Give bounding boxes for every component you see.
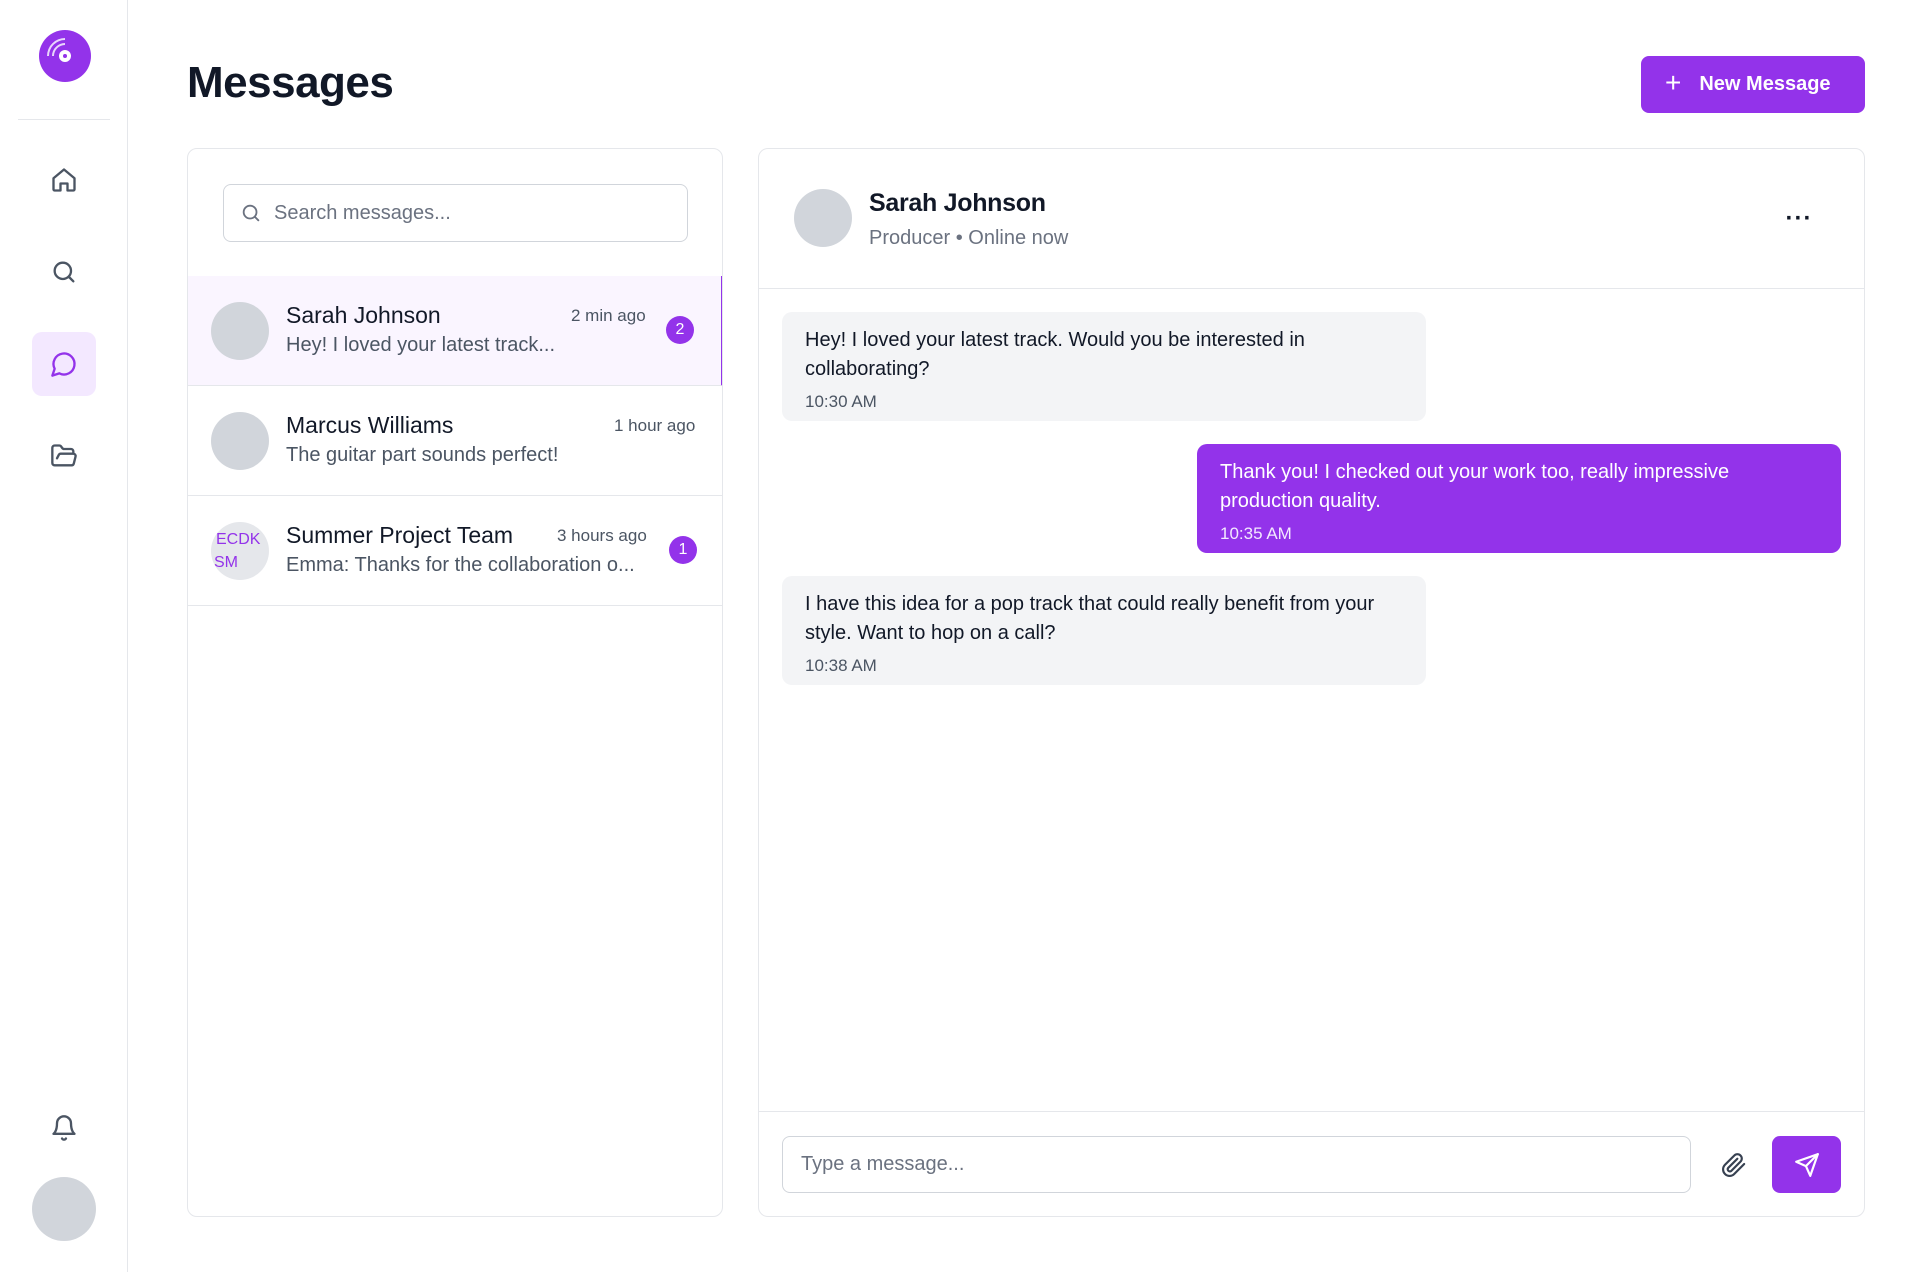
- conversation-time: 2 min ago: [571, 306, 646, 325]
- message-text: Thank you! I checked out your work too, …: [1220, 461, 1730, 512]
- conversation-preview: The guitar part sounds perfect!: [286, 444, 559, 466]
- sidebar-item-messages[interactable]: [32, 332, 96, 396]
- message-time: 10:30 AM: [805, 392, 877, 411]
- chat-contact-name: Sarah Johnson: [869, 189, 1046, 217]
- conversation-item[interactable]: ECDK SM Summer Project Team 3 hours ago …: [188, 496, 722, 606]
- page-title: Messages: [187, 58, 394, 107]
- contact-role: Producer: [869, 227, 951, 249]
- avatar: [211, 302, 269, 360]
- user-avatar[interactable]: [32, 1177, 96, 1241]
- conversation-item[interactable]: Sarah Johnson 2 min ago Hey! I loved you…: [188, 276, 722, 386]
- send-icon: [1794, 1152, 1819, 1177]
- message-input[interactable]: [801, 1153, 1661, 1176]
- avatar: [211, 412, 269, 470]
- group-avatar: ECDK SM: [211, 522, 269, 580]
- unread-badge: 2: [666, 316, 694, 344]
- message-bubble-icon: [51, 352, 76, 377]
- conversation-list: Sarah Johnson 2 min ago Hey! I loved you…: [188, 276, 722, 606]
- separator-dot: •: [955, 227, 969, 249]
- conversation-time: 1 hour ago: [614, 416, 696, 435]
- conversation-list-panel: Sarah Johnson 2 min ago Hey! I loved you…: [187, 148, 723, 1217]
- avatar[interactable]: [794, 189, 852, 247]
- group-avatar-initials: ECDK: [216, 531, 261, 548]
- conversation-item[interactable]: Marcus Williams 1 hour ago The guitar pa…: [188, 386, 722, 496]
- sidebar-item-projects[interactable]: [32, 424, 96, 488]
- chat-header: Sarah Johnson Producer • Online now ···: [759, 149, 1864, 289]
- send-button[interactable]: [1772, 1136, 1841, 1193]
- search-input[interactable]: [274, 201, 674, 225]
- message-text: Hey! I loved your latest track. Would yo…: [805, 329, 1305, 380]
- vinyl-record-icon[interactable]: [39, 30, 91, 82]
- unread-badge: 1: [669, 536, 697, 564]
- bell-icon: [52, 1115, 76, 1141]
- chat-panel: Sarah Johnson Producer • Online now ··· …: [758, 148, 1865, 1217]
- message-bubble-incoming: I have this idea for a pop track that co…: [782, 576, 1426, 685]
- sidebar-divider: [18, 119, 110, 120]
- new-message-button[interactable]: + New Message: [1641, 56, 1865, 113]
- more-options-icon[interactable]: ···: [1779, 201, 1819, 237]
- home-icon: [52, 168, 76, 192]
- message-time: 10:38 AM: [805, 656, 877, 675]
- conversation-name: Summer Project Team: [286, 522, 514, 548]
- message-input-box[interactable]: [782, 1136, 1691, 1193]
- search-icon: [53, 261, 75, 283]
- search-icon: [242, 204, 260, 222]
- message-bubble-incoming: Hey! I loved your latest track. Would yo…: [782, 312, 1426, 421]
- contact-status: Online now: [968, 227, 1069, 249]
- plus-icon: +: [1665, 67, 1682, 98]
- message-composer: [759, 1111, 1864, 1216]
- paperclip-icon: [1722, 1153, 1746, 1177]
- attach-button[interactable]: [1713, 1144, 1755, 1186]
- folder-open-icon: [51, 444, 77, 467]
- conversation-name: Sarah Johnson: [286, 302, 441, 328]
- chat-contact-subtitle: Producer • Online now: [869, 227, 1068, 250]
- message-time: 10:35 AM: [1220, 524, 1292, 543]
- conversation-preview: Hey! I loved your latest track...: [286, 334, 555, 356]
- message-text: I have this idea for a pop track that co…: [805, 593, 1375, 644]
- new-message-label: New Message: [1699, 73, 1831, 95]
- logo-center: [59, 50, 71, 62]
- notifications-button[interactable]: [32, 1096, 96, 1160]
- message-bubble-outgoing: Thank you! I checked out your work too, …: [1197, 444, 1841, 553]
- conversation-preview: Emma: Thanks for the collaboration o...: [286, 554, 635, 576]
- search-box[interactable]: [223, 184, 688, 242]
- conversation-time: 3 hours ago: [557, 526, 647, 545]
- sidebar-item-home[interactable]: [32, 148, 96, 212]
- conversation-name: Marcus Williams: [286, 412, 454, 438]
- group-avatar-initials: SM: [214, 554, 238, 571]
- sidebar: [0, 0, 128, 1272]
- sidebar-item-search[interactable]: [32, 240, 96, 304]
